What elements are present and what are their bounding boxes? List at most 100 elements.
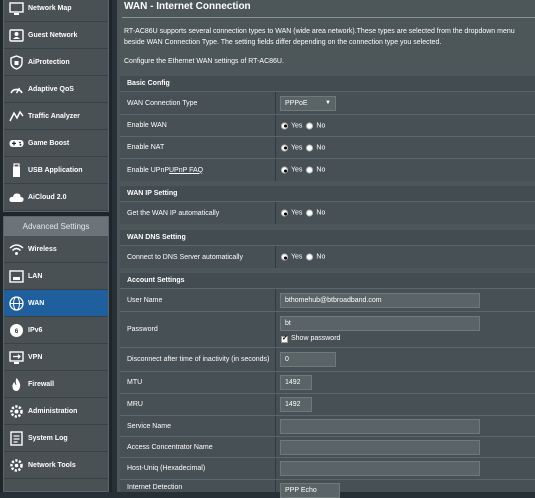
row-divider (275, 312, 276, 347)
password-input[interactable]: bt (280, 316, 480, 331)
show-password-checkbox[interactable] (281, 334, 288, 343)
enable-nat-row: Enable NAT Yes No (120, 136, 535, 158)
sidebar: Network Map Guest Network AiProtection A… (0, 0, 112, 492)
row-divider (275, 437, 276, 457)
usb-icon (8, 162, 25, 179)
select-value: PPP Echo (285, 487, 317, 494)
sidebar-item-aicloud[interactable]: AiCloud 2.0 (4, 184, 108, 211)
password-row: Password bt Show password (120, 311, 535, 347)
radio-label: Yes (291, 122, 303, 129)
sidebar-item-network-tools[interactable]: Network Tools (4, 452, 108, 479)
basic-config-header: Basic Config (120, 76, 535, 91)
sidebar-item-label: Adaptive QoS (28, 86, 74, 93)
ac-name-input[interactable] (280, 440, 480, 455)
sidebar-item-label: Game Boost (28, 140, 70, 147)
enable-wan-yes-radio[interactable]: Yes (281, 122, 302, 129)
internet-detection-select[interactable]: PPP Echo (280, 483, 340, 498)
general-menu: Network Map Guest Network AiProtection A… (3, 0, 109, 212)
dns-auto-yes-radio[interactable]: Yes (281, 253, 303, 261)
wan-ip-setting-header: WAN IP Setting (120, 186, 535, 201)
sidebar-item-firewall[interactable]: Firewall (4, 371, 108, 398)
radio-label: No (316, 144, 326, 151)
mru-input[interactable]: 1492 (280, 397, 312, 412)
service-name-input[interactable] (280, 419, 480, 434)
globe-icon (8, 295, 25, 312)
sidebar-item-wireless[interactable]: Wireless (4, 236, 108, 263)
idle-timeout-input[interactable]: 0 (280, 352, 336, 367)
mru-row: MRU 1492 (120, 393, 535, 415)
dns-auto-no-radio[interactable]: No (306, 253, 325, 261)
sidebar-item-label: Wireless (28, 246, 57, 253)
row-divider (275, 480, 276, 492)
sidebar-item-ipv6[interactable]: 6 IPv6 (4, 317, 108, 344)
sidebar-item-label: AiProtection (28, 59, 70, 66)
enable-upnp-yes-radio[interactable]: Yes (281, 166, 302, 174)
sidebar-item-label: USB Application (28, 167, 83, 174)
sidebar-item-game-boost[interactable]: Game Boost (4, 130, 108, 157)
internet-detection-row: Internet Detection PPP Echo (120, 479, 535, 498)
gamepad-icon (8, 135, 25, 152)
config-note: Configure the Ethernet WAN settings of R… (124, 58, 284, 65)
field-label: Get the WAN IP automatically (127, 209, 220, 217)
ipv6-icon: 6 (8, 322, 25, 339)
lan-icon (8, 268, 25, 285)
ac-name-row: Access Concentrator Name (120, 436, 535, 457)
radio-unselected-icon (306, 253, 314, 261)
row-divider (275, 246, 276, 268)
sidebar-item-adaptive-qos[interactable]: Adaptive QoS (4, 76, 108, 103)
sidebar-item-wan[interactable]: WAN (4, 290, 108, 317)
wan-ip-auto-no-radio[interactable]: No (306, 209, 326, 217)
sidebar-item-vpn[interactable]: VPN (4, 344, 108, 371)
firewall-icon (8, 376, 25, 393)
radio-unselected-icon (306, 144, 314, 151)
wan-ip-auto-row: Get the WAN IP automatically Yes No (120, 201, 535, 224)
dns-auto-row: Connect to DNS Server automatically Yes … (120, 245, 535, 268)
sidebar-item-network-map[interactable]: Network Map (4, 0, 108, 22)
sidebar-item-traffic-analyzer[interactable]: Traffic Analyzer (4, 103, 108, 130)
radio-selected-icon (281, 253, 288, 261)
sidebar-item-label: System Log (28, 435, 68, 442)
enable-wan-no-radio[interactable]: No (306, 122, 325, 129)
sidebar-item-label: Guest Network (28, 32, 78, 39)
wan-connection-type-select[interactable]: PPPoE ▼ (280, 96, 336, 111)
wan-ip-auto-yes-radio[interactable]: Yes (281, 209, 302, 217)
page-title: WAN - Internet Connection (124, 1, 251, 12)
enable-wan-row: Enable WAN Yes No (120, 114, 535, 136)
sidebar-item-label: IPv6 (28, 327, 43, 334)
upnp-faq-link[interactable]: UPnP FAQ (169, 159, 203, 181)
sidebar-item-administration[interactable]: Administration (4, 398, 108, 425)
sidebar-item-lan[interactable]: LAN (4, 263, 108, 290)
host-uniq-input[interactable] (280, 461, 480, 476)
sidebar-item-aiprotection[interactable]: AiProtection (4, 49, 108, 76)
main-content: WAN - Internet Connection RT-AC86U suppo… (117, 0, 535, 498)
field-label: Internet Detection (127, 484, 183, 491)
sidebar-item-label: VPN (28, 354, 43, 361)
username-row: User Name bthomehub@btbroadband.com (120, 288, 535, 311)
radio-unselected-icon (306, 166, 314, 174)
radio-label: No (316, 209, 326, 217)
guest-network-icon (8, 27, 25, 44)
sidebar-item-guest-network[interactable]: Guest Network (4, 22, 108, 49)
radio-label: Yes (291, 253, 303, 261)
cloud-icon (8, 189, 25, 206)
sidebar-item-label: Network Map (28, 5, 72, 12)
radio-selected-icon (281, 166, 288, 174)
field-label: Enable NAT (127, 144, 165, 151)
radio-label: Yes (291, 144, 303, 151)
vpn-icon (8, 349, 25, 366)
row-divider (275, 137, 276, 158)
service-name-row: Service Name (120, 415, 535, 436)
enable-nat-no-radio[interactable]: No (306, 144, 325, 151)
row-divider (275, 289, 276, 311)
sidebar-item-label: WAN (28, 300, 45, 307)
username-input[interactable]: bthomehub@btbroadband.com (280, 293, 480, 308)
sidebar-item-system-log[interactable]: System Log (4, 425, 108, 452)
enable-nat-yes-radio[interactable]: Yes (281, 144, 302, 151)
mtu-input[interactable]: 1492 (280, 375, 312, 390)
field-label: Password (127, 326, 158, 333)
enable-upnp-no-radio[interactable]: No (306, 166, 325, 174)
row-divider (275, 159, 276, 181)
row-divider (275, 115, 276, 136)
sidebar-item-usb-application[interactable]: USB Application (4, 157, 108, 184)
wan-connection-type-row: WAN Connection Type PPPoE ▼ (120, 91, 535, 114)
